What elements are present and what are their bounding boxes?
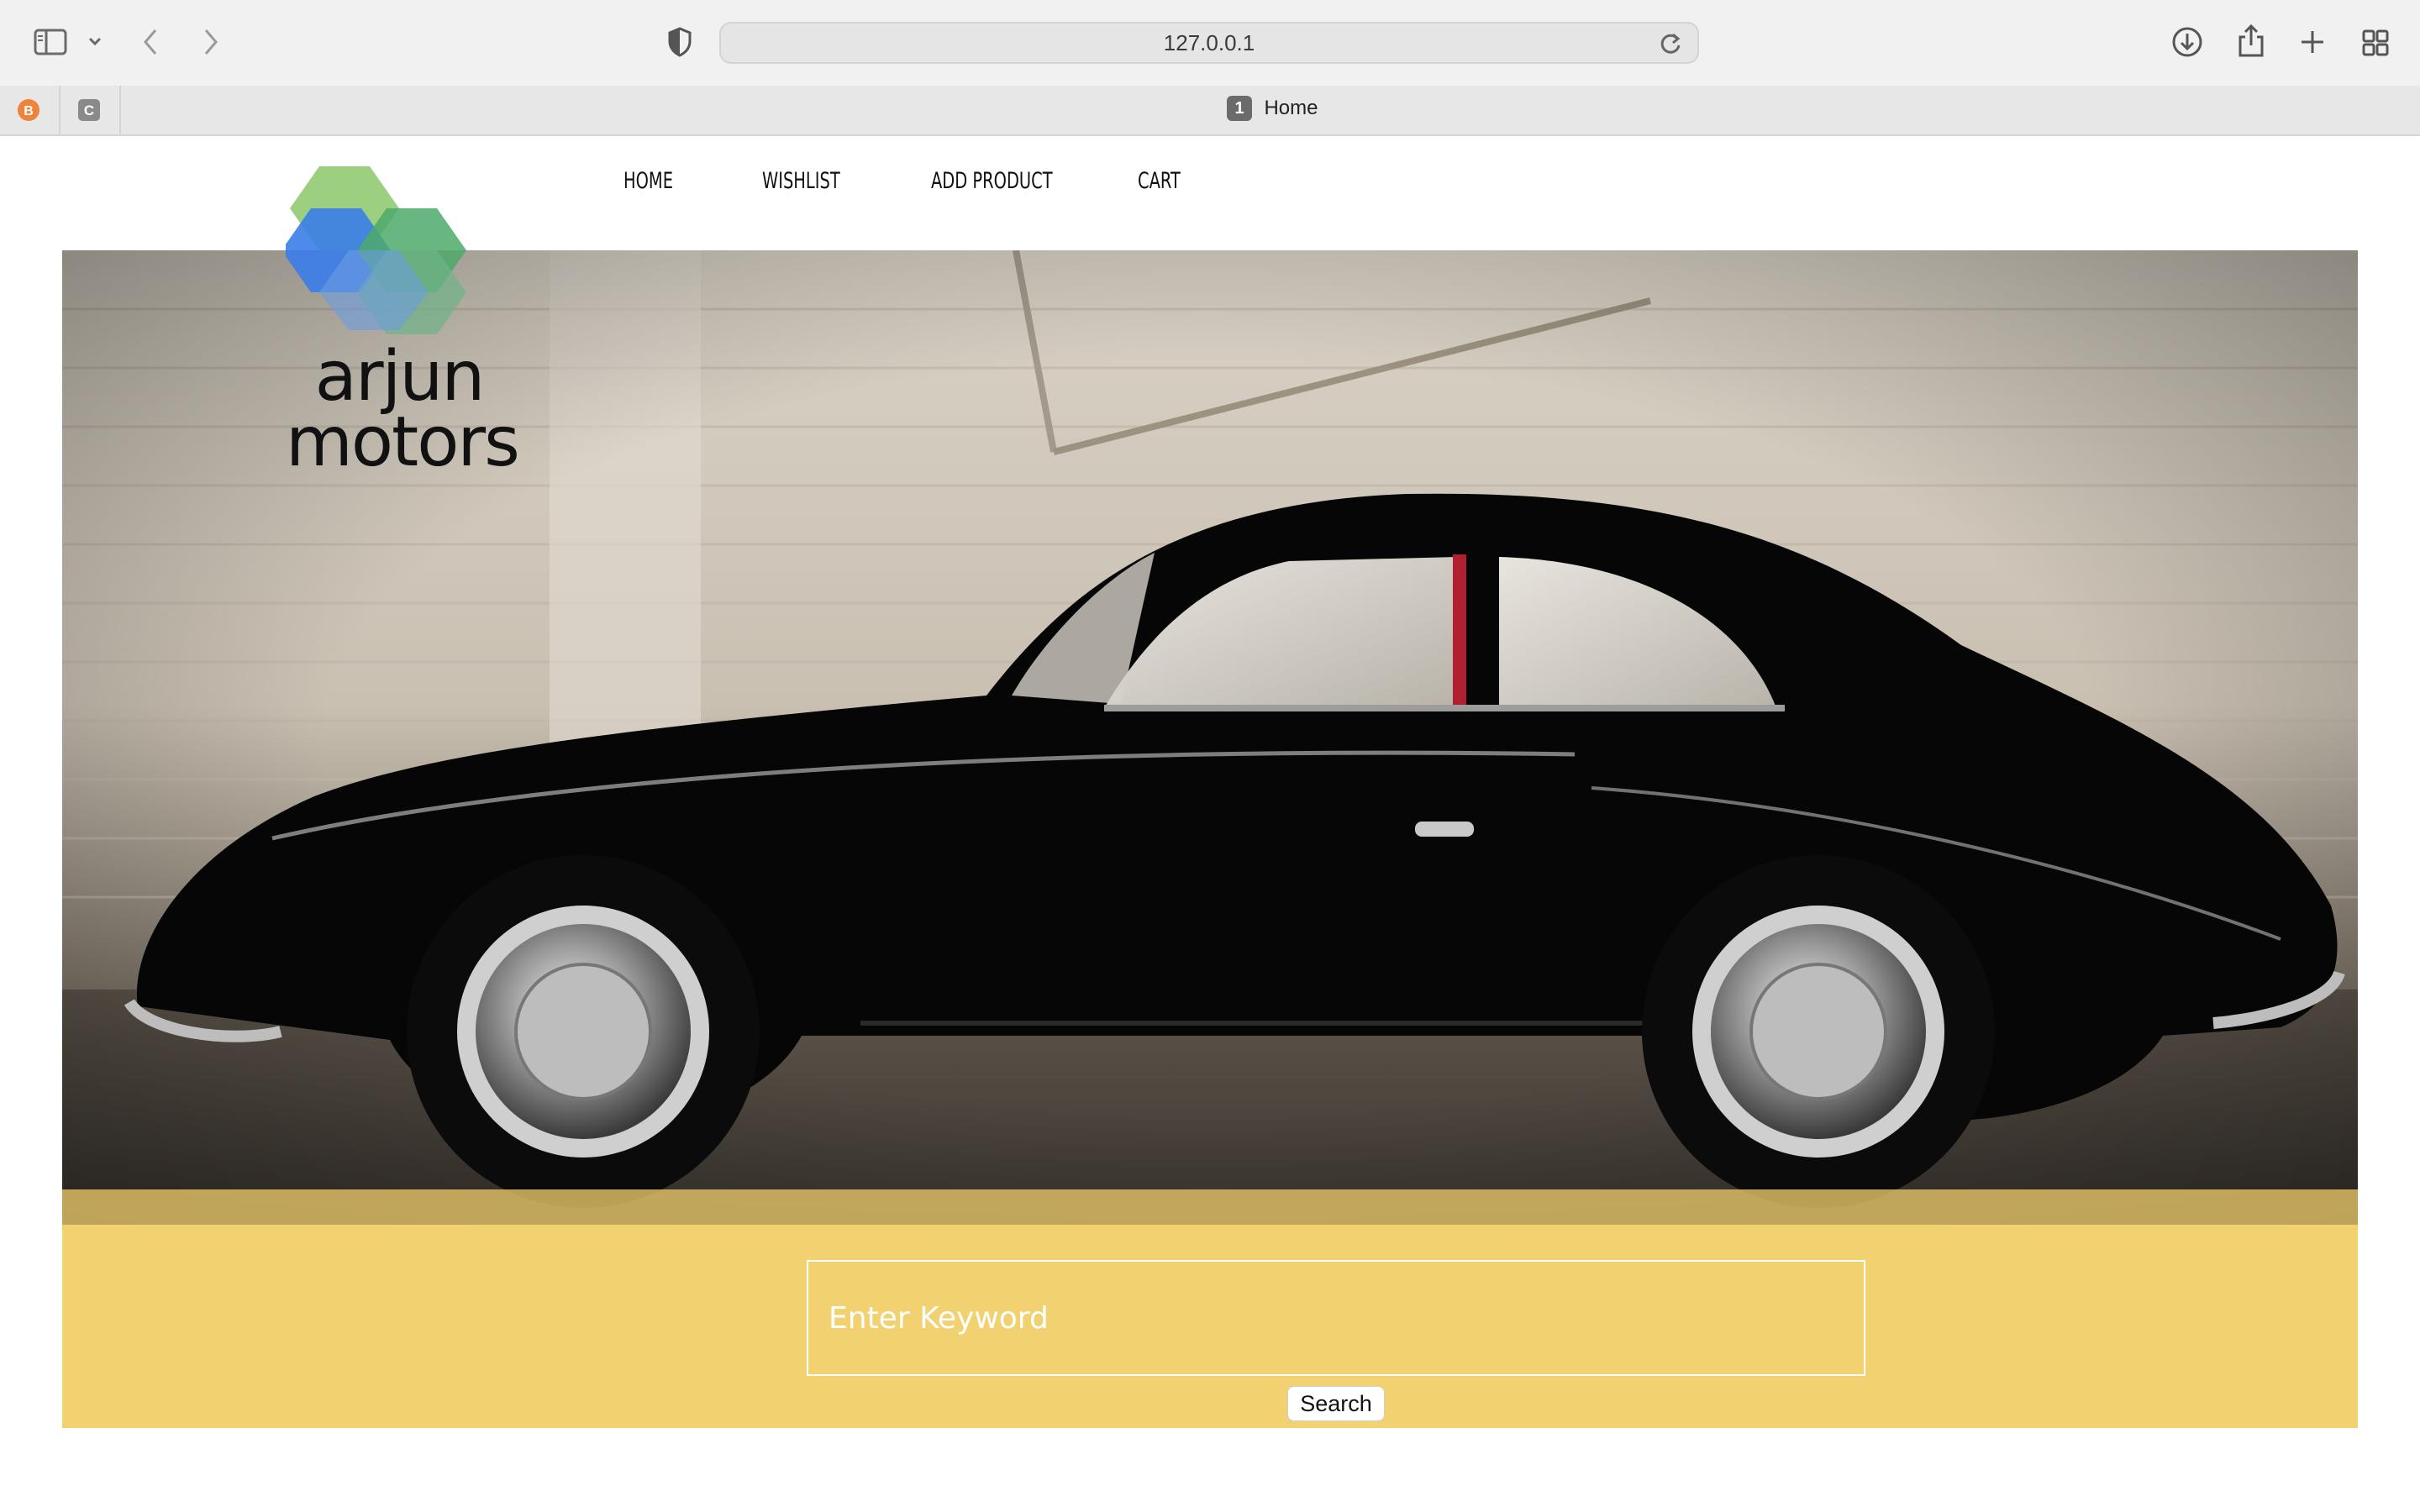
tab-title: Home xyxy=(1264,97,1318,119)
nav-home[interactable]: HOME xyxy=(623,168,673,194)
share-icon[interactable] xyxy=(2237,24,2265,59)
tab-badge: 1 xyxy=(1227,96,1252,121)
nav-wishlist[interactable]: WISHLIST xyxy=(762,168,840,194)
c-favicon-icon: C xyxy=(78,99,100,121)
pinned-tab-1[interactable]: B xyxy=(0,86,60,134)
logo-cubes-icon xyxy=(286,166,466,334)
tab-bar: B C 1 Home xyxy=(0,86,2420,136)
search-input[interactable] xyxy=(807,1260,1865,1376)
browser-toolbar: 127.0.0.1 xyxy=(0,0,2420,86)
reload-icon[interactable] xyxy=(1659,31,1682,56)
address-bar[interactable]: 127.0.0.1 xyxy=(719,22,1699,64)
forward-icon[interactable] xyxy=(202,27,220,57)
blogger-icon: B xyxy=(18,99,39,121)
nav-add-product[interactable]: ADD PRODUCT xyxy=(931,168,1053,194)
tab-overview-icon[interactable] xyxy=(2361,29,2390,57)
new-tab-icon[interactable] xyxy=(2299,29,2326,55)
page: HOME WISHLIST ADD PRODUCT CART arjun mot… xyxy=(0,136,2420,1512)
sidebar-icon[interactable] xyxy=(34,29,67,55)
back-icon[interactable] xyxy=(141,27,160,57)
search-section: Search xyxy=(62,1225,2358,1428)
svg-text:B: B xyxy=(24,104,34,118)
nav-cart[interactable]: CART xyxy=(1138,168,1181,194)
pinned-tab-2[interactable]: C xyxy=(60,86,121,134)
shield-icon[interactable] xyxy=(667,27,692,57)
url-text: 127.0.0.1 xyxy=(1163,30,1255,55)
logo[interactable]: arjun motors xyxy=(286,166,520,502)
search-button[interactable]: Search xyxy=(1287,1386,1385,1421)
svg-text:C: C xyxy=(84,102,94,118)
logo-line-1: arjun xyxy=(314,337,486,417)
chevron-down-icon[interactable] xyxy=(87,35,103,47)
download-icon[interactable] xyxy=(2171,26,2203,58)
logo-line-2: motors xyxy=(286,402,520,482)
active-tab[interactable]: 1 Home xyxy=(1227,96,1318,124)
